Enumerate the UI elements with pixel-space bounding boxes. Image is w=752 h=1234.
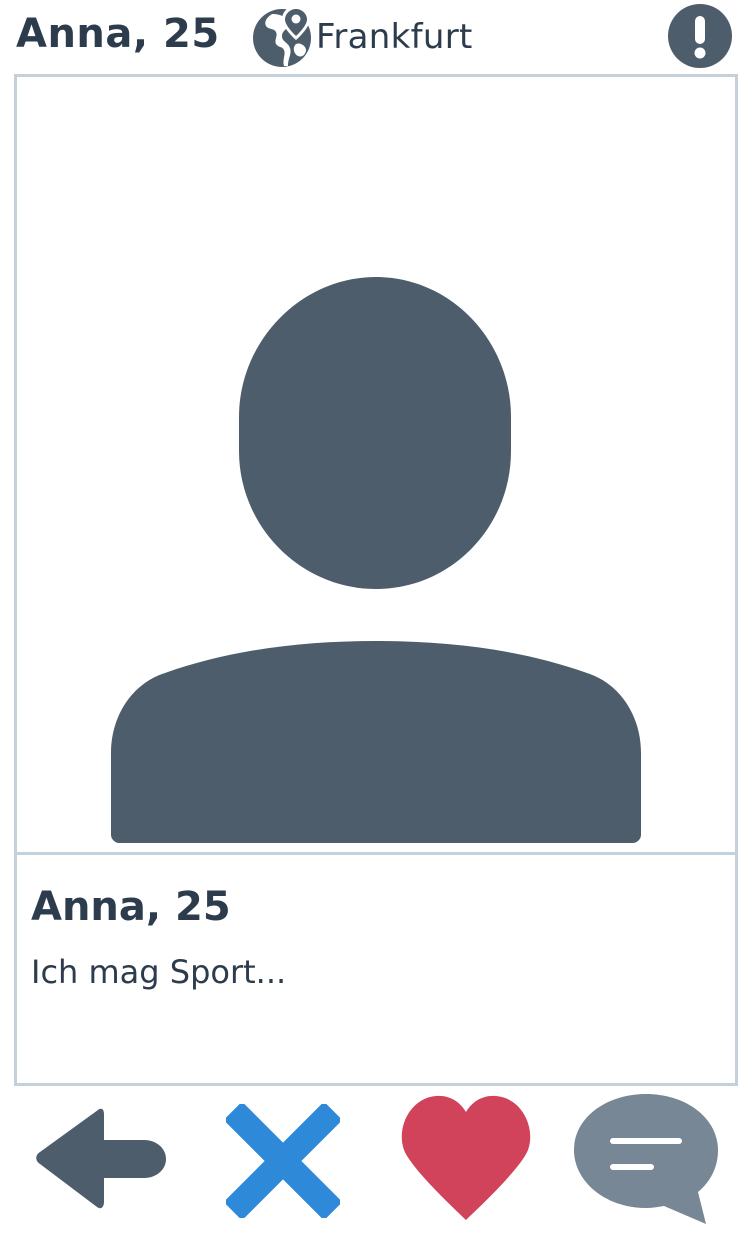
heart-icon (401, 1095, 531, 1220)
dislike-button[interactable] (226, 1104, 340, 1218)
arrow-left-icon (36, 1108, 166, 1209)
globe-location-icon (252, 4, 316, 68)
user-silhouette-icon (111, 277, 641, 843)
chat-bubble-icon (574, 1094, 718, 1224)
exclamation-icon (694, 16, 706, 59)
profile-header: Anna, 25 Frankfurt (0, 0, 752, 74)
profile-card[interactable]: Anna, 25 Ich mag Sport... (14, 74, 738, 1086)
location-text: Frankfurt (316, 17, 473, 57)
back-button[interactable] (32, 1104, 168, 1212)
profile-bio: Ich mag Sport... (31, 953, 287, 991)
action-bar (0, 1086, 752, 1234)
like-button[interactable] (400, 1094, 532, 1222)
close-icon (226, 1104, 340, 1218)
profile-name-age: Anna, 25 (31, 884, 231, 930)
profile-info: Anna, 25 Ich mag Sport... (17, 855, 735, 1083)
report-button[interactable] (668, 4, 732, 68)
header-name-age: Anna, 25 (16, 11, 220, 57)
profile-photo (17, 77, 735, 855)
message-button[interactable] (572, 1092, 722, 1226)
